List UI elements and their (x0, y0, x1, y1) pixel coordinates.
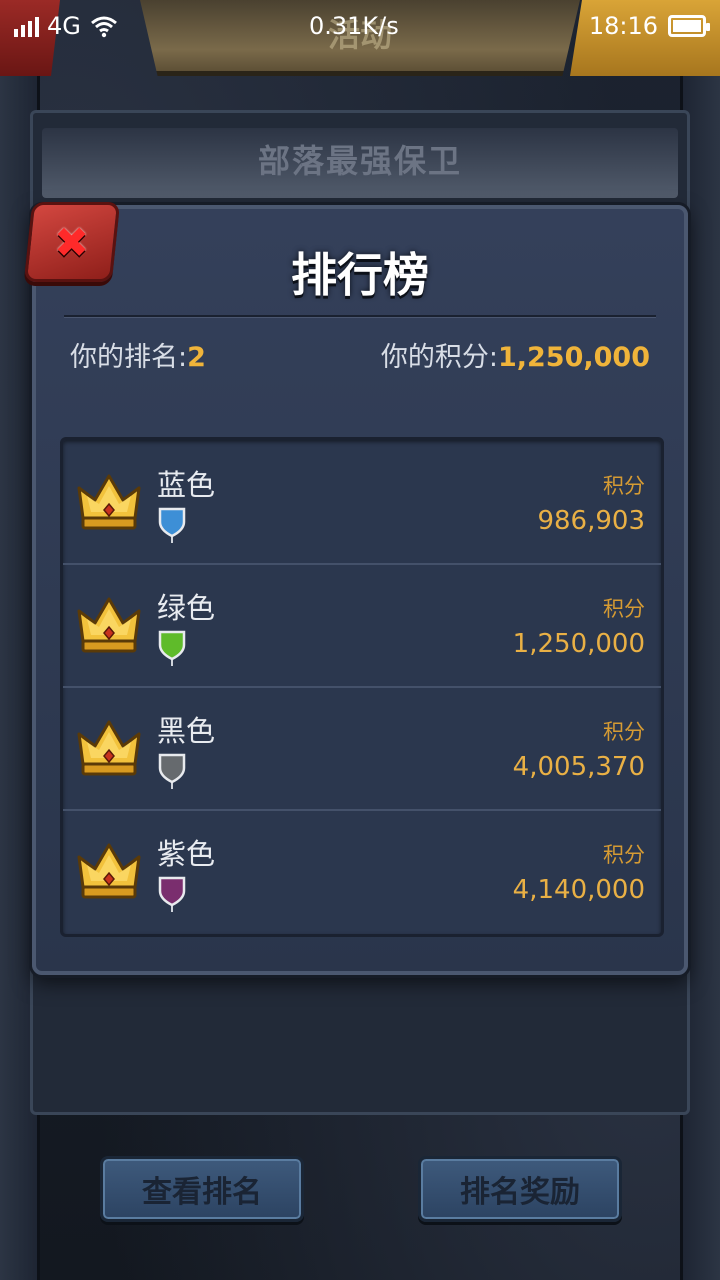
score-label: 积分 (603, 720, 645, 744)
score-label: 积分 (603, 843, 645, 867)
score-value: 1,250,000 (512, 629, 645, 659)
score-label: 积分 (603, 474, 645, 498)
team-ranking-list[interactable]: 蓝色 积分 986,903 绿色 积分 1,250,000 黑色 积分 4,00… (60, 437, 664, 937)
network-type: 4G (47, 12, 81, 40)
my-rank-value: 2 (187, 342, 206, 373)
close-icon: ✖ (54, 217, 90, 267)
status-bar: 4G 0.31K/s 18:16 (0, 0, 720, 52)
crown-icon (77, 474, 141, 530)
team-row-1: 蓝色 积分 986,903 (63, 440, 661, 565)
crown-icon (77, 720, 141, 776)
flag-icon (158, 630, 186, 666)
event-title: 部落最强保卫 (257, 142, 462, 180)
my-score-value: 1,250,000 (497, 342, 650, 373)
my-stats-row: 你的排名:2 你的积分:1,250,000 (70, 335, 650, 374)
crown-icon (77, 597, 141, 653)
crown-icon (77, 843, 141, 899)
my-score: 你的积分:1,250,000 (381, 335, 650, 374)
team-name: 紫色 (157, 837, 216, 871)
score-label: 积分 (603, 597, 645, 621)
score-value: 986,903 (537, 506, 645, 536)
team-row-2: 绿色 积分 1,250,000 (63, 563, 661, 688)
view-rank-button[interactable]: 查看排名 (100, 1156, 304, 1222)
score-value: 4,005,370 (512, 752, 645, 782)
team-name: 蓝色 (157, 468, 216, 502)
team-name: 绿色 (157, 591, 216, 625)
flag-icon (158, 876, 186, 912)
team-row-3: 黑色 积分 4,005,370 (63, 686, 661, 811)
team-row-4: 紫色 积分 4,140,000 (63, 809, 661, 934)
flag-icon (158, 507, 186, 543)
event-header: 部落最强保卫 (42, 128, 678, 198)
wifi-icon (90, 16, 117, 38)
my-rank-label: 你的排名: (70, 342, 188, 373)
score-value: 4,140,000 (512, 875, 645, 905)
battery-icon (668, 15, 710, 37)
rank-reward-button[interactable]: 排名奖励 (418, 1156, 622, 1222)
my-rank: 你的排名:2 (70, 335, 206, 374)
flag-icon (158, 753, 186, 789)
team-name: 黑色 (157, 714, 216, 748)
clock: 18:16 (588, 12, 658, 40)
network-speed: 0.31K/s (308, 12, 399, 40)
dialog-title: 排行榜 (291, 248, 429, 302)
my-score-label: 你的积分: (380, 342, 498, 373)
signal-icon (14, 15, 39, 37)
title-divider (64, 315, 656, 318)
close-button[interactable]: ✖ (23, 202, 121, 282)
leaderboard-dialog: 排行榜 你的排名:2 你的积分:1,250,000 蓝色 积分 986,903 (32, 205, 688, 975)
